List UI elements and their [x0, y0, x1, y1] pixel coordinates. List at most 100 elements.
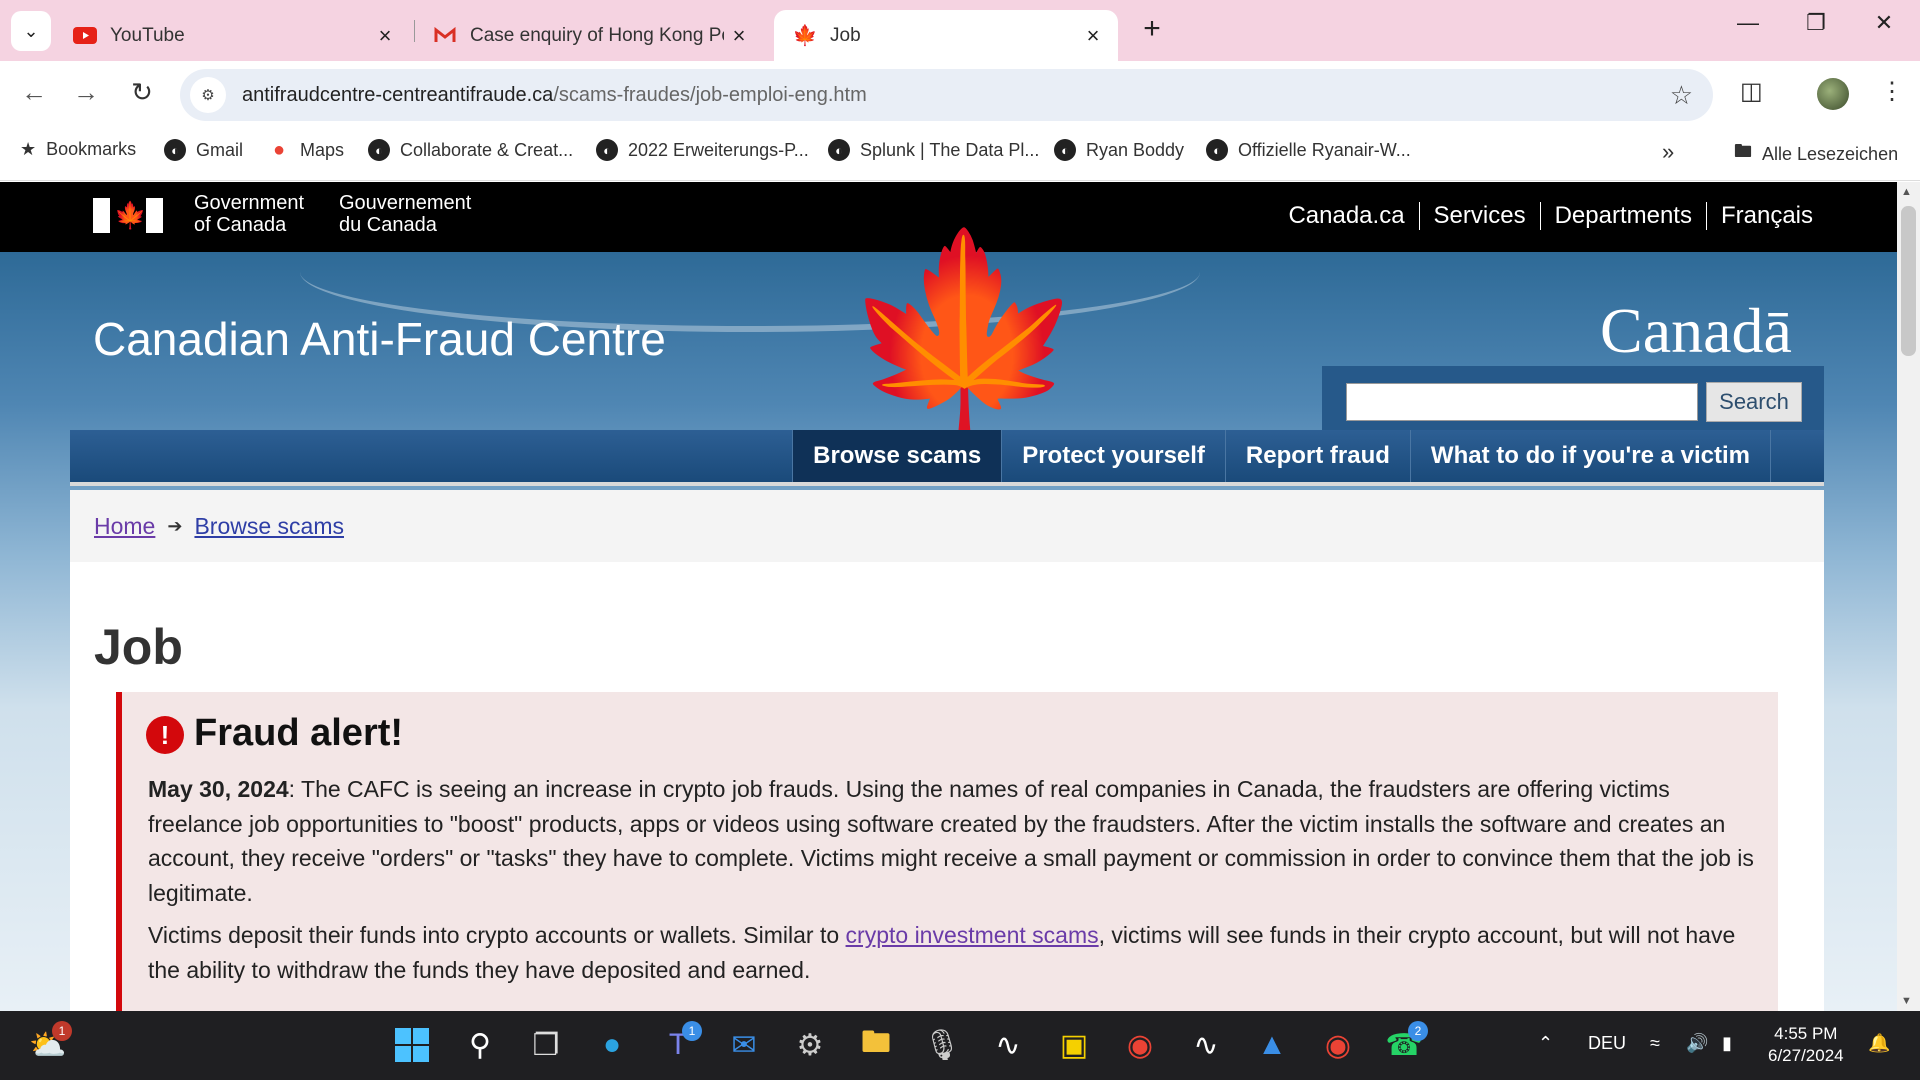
canada-flag-icon[interactable]: 🍁	[93, 198, 163, 233]
globe-icon: ◐	[368, 139, 390, 161]
chevron-down-icon: ⌄	[23, 20, 39, 41]
notification-icon[interactable]: 🔔	[1868, 1033, 1890, 1054]
close-tab-icon[interactable]: ×	[724, 23, 754, 49]
photos-icon[interactable]: ▲	[1250, 1023, 1294, 1067]
crypto-investment-link[interactable]: crypto investment scams	[846, 922, 1099, 948]
chevron-up-icon[interactable]: ⌃	[1538, 1033, 1553, 1054]
language-indicator[interactable]: DEU	[1588, 1033, 1626, 1054]
menu-kebab-icon[interactable]: ⋮	[1880, 77, 1904, 106]
site-info-icon[interactable]: ⚙	[190, 77, 226, 113]
breadcrumb: Home ➔ Browse scams	[70, 490, 1824, 562]
tab-job[interactable]: 🍁 Job ×	[774, 10, 1118, 61]
globe-icon: ◐	[164, 139, 186, 161]
goc-signature-fr[interactable]: Gouvernement du Canada	[339, 192, 471, 236]
teams-icon[interactable]: T1	[656, 1021, 702, 1067]
close-window-button[interactable]: ✕	[1854, 10, 1914, 36]
start-icon[interactable]	[390, 1023, 434, 1067]
sticky-notes-icon[interactable]: ▣	[1052, 1023, 1096, 1067]
bookmark-maps[interactable]: ● Maps	[268, 139, 344, 161]
chrome-icon[interactable]: ◉	[1118, 1023, 1162, 1067]
voice-recorder-icon[interactable]: 🎙	[920, 1023, 964, 1067]
page-scrollbar[interactable]: ▲ ▼	[1897, 182, 1920, 1011]
bookmark-gmail[interactable]: ◐ Gmail	[164, 139, 243, 161]
chrome-icon[interactable]: ◉	[1316, 1023, 1360, 1067]
goc-en-line: Government	[194, 192, 305, 214]
goc-en-line: of Canada	[194, 214, 287, 236]
clock[interactable]: 4:55 PM 6/27/2024	[1768, 1023, 1844, 1067]
file-explorer-icon[interactable]: 🖿	[854, 1023, 898, 1067]
nav-spacer	[1770, 430, 1824, 482]
maple-leaf-icon: 🍁	[792, 25, 818, 47]
scroll-thumb[interactable]	[1901, 206, 1916, 356]
volume-icon[interactable]: 🔊	[1686, 1033, 1708, 1054]
address-bar[interactable]: ⚙ antifraudcentre-centreantifraude.ca/sc…	[180, 69, 1713, 121]
bookmarks-button[interactable]: ★ Bookmarks	[20, 139, 136, 160]
edge-icon[interactable]: ●	[590, 1023, 634, 1067]
breadcrumb-home[interactable]: Home	[94, 513, 155, 540]
site-title[interactable]: Canadian Anti-Fraud Centre	[93, 312, 666, 366]
nav-protect-yourself[interactable]: Protect yourself	[1001, 430, 1225, 482]
goc-nav-services[interactable]: Services	[1420, 202, 1541, 230]
nav-report-fraud[interactable]: Report fraud	[1224, 430, 1410, 482]
search-input[interactable]	[1346, 383, 1698, 421]
mail-icon[interactable]: ✉	[722, 1023, 766, 1067]
forward-button[interactable]: →	[68, 77, 104, 108]
main-content: Job ! Fraud alert! May 30, 2024: The CAF…	[70, 562, 1824, 1011]
battery-icon[interactable]: ▮	[1722, 1033, 1732, 1054]
bookmark-ryan-boddy[interactable]: ◐ Ryan Boddy	[1054, 139, 1184, 161]
goc-nav-departments[interactable]: Departments	[1541, 202, 1707, 230]
url-text[interactable]: antifraudcentre-centreantifraude.ca/scam…	[242, 84, 867, 107]
extensions-icon[interactable]: ◫	[1740, 77, 1763, 106]
tab-gmail[interactable]: Case enquiry of Hong Kong Pol ×	[414, 10, 764, 61]
close-tab-icon[interactable]: ×	[1078, 23, 1108, 49]
scroll-up-icon[interactable]: ▲	[1901, 186, 1912, 198]
app-wave-icon[interactable]: ∿	[1184, 1023, 1228, 1067]
url-domain: antifraudcentre-centreantifraude.ca	[242, 83, 554, 106]
bookmark-ryanair[interactable]: ◐ Offizielle Ryanair-W...	[1206, 139, 1411, 161]
url-path: /scams-fraudes/job-emploi-eng.htm	[553, 83, 867, 106]
avatar[interactable]	[1817, 78, 1849, 110]
tab-label: YouTube	[110, 24, 185, 46]
maple-leaf-icon: 🍁	[840, 226, 1090, 449]
bookmarks-bar: ★ Bookmarks ◐ Gmail ● Maps ◐ Collaborate & C…	[0, 127, 1920, 181]
search-panel: Search	[1322, 366, 1824, 432]
alert-paragraph-1: May 30, 2024: The CAFC is seeing an incr…	[148, 772, 1768, 910]
reload-button[interactable]: ↻	[124, 77, 160, 108]
breadcrumb-browse-scams[interactable]: Browse scams	[194, 513, 344, 540]
new-tab-button[interactable]: +	[1134, 12, 1170, 46]
weather-icon[interactable]: ⛅ 1	[26, 1021, 72, 1067]
back-button[interactable]: ←	[16, 77, 52, 108]
all-bookmarks-button[interactable]: 🖿 Alle Lesezeichen	[1734, 139, 1898, 169]
bookmark-label: Bookmarks	[46, 139, 137, 159]
nav-victim[interactable]: What to do if you're a victim	[1409, 430, 1770, 482]
scroll-down-icon[interactable]: ▼	[1901, 995, 1912, 1007]
bookmark-collaborate[interactable]: ◐ Collaborate & Creat...	[368, 139, 573, 161]
search-button[interactable]: Search	[1706, 382, 1802, 422]
goc-fr-line: du Canada	[339, 214, 437, 236]
more-bookmarks-icon[interactable]: »	[1662, 139, 1674, 165]
goc-nav-francais[interactable]: Français	[1707, 202, 1827, 230]
bookmark-star-icon[interactable]: ☆	[1670, 80, 1693, 111]
app-wave-icon[interactable]: ∿	[986, 1023, 1030, 1067]
search-icon[interactable]: ⚲	[458, 1023, 502, 1067]
minimize-button[interactable]: —	[1718, 10, 1778, 36]
canada-wordmark: Canadā	[1600, 295, 1792, 366]
all-bookmarks-label: Alle Lesezeichen	[1762, 143, 1899, 164]
restore-button[interactable]: ❐	[1786, 10, 1846, 36]
youtube-icon	[72, 26, 98, 46]
alert-text-2a: Victims deposit their funds into crypto …	[148, 922, 846, 948]
goc-signature-en[interactable]: Government of Canada	[194, 192, 304, 236]
settings-icon[interactable]: ⚙	[788, 1023, 832, 1067]
wifi-icon[interactable]: ≈	[1650, 1033, 1660, 1054]
nav-browse-scams[interactable]: Browse scams	[792, 430, 1002, 482]
tab-youtube[interactable]: YouTube ×	[54, 10, 410, 61]
tab-search-button[interactable]: ⌄	[11, 11, 51, 51]
whatsapp-icon[interactable]: ☎ 2	[1382, 1021, 1428, 1067]
bookmark-erweiterungs[interactable]: ◐ 2022 Erweiterungs-P...	[596, 139, 809, 161]
goc-nav-canada[interactable]: Canada.ca	[1274, 202, 1420, 230]
taskbar: ⛅ 1 ⚲ ❐ ● T1 ✉ ⚙ 🖿 🎙 ∿ ▣ ◉ ∿ ▲ ◉ ☎ 2 ⌃ DEU…	[0, 1011, 1920, 1080]
task-view-icon[interactable]: ❐	[524, 1023, 568, 1067]
goc-fr-line: Gouvernement	[339, 192, 472, 214]
close-tab-icon[interactable]: ×	[370, 23, 400, 49]
bookmark-splunk[interactable]: ◐ Splunk | The Data Pl...	[828, 139, 1039, 161]
